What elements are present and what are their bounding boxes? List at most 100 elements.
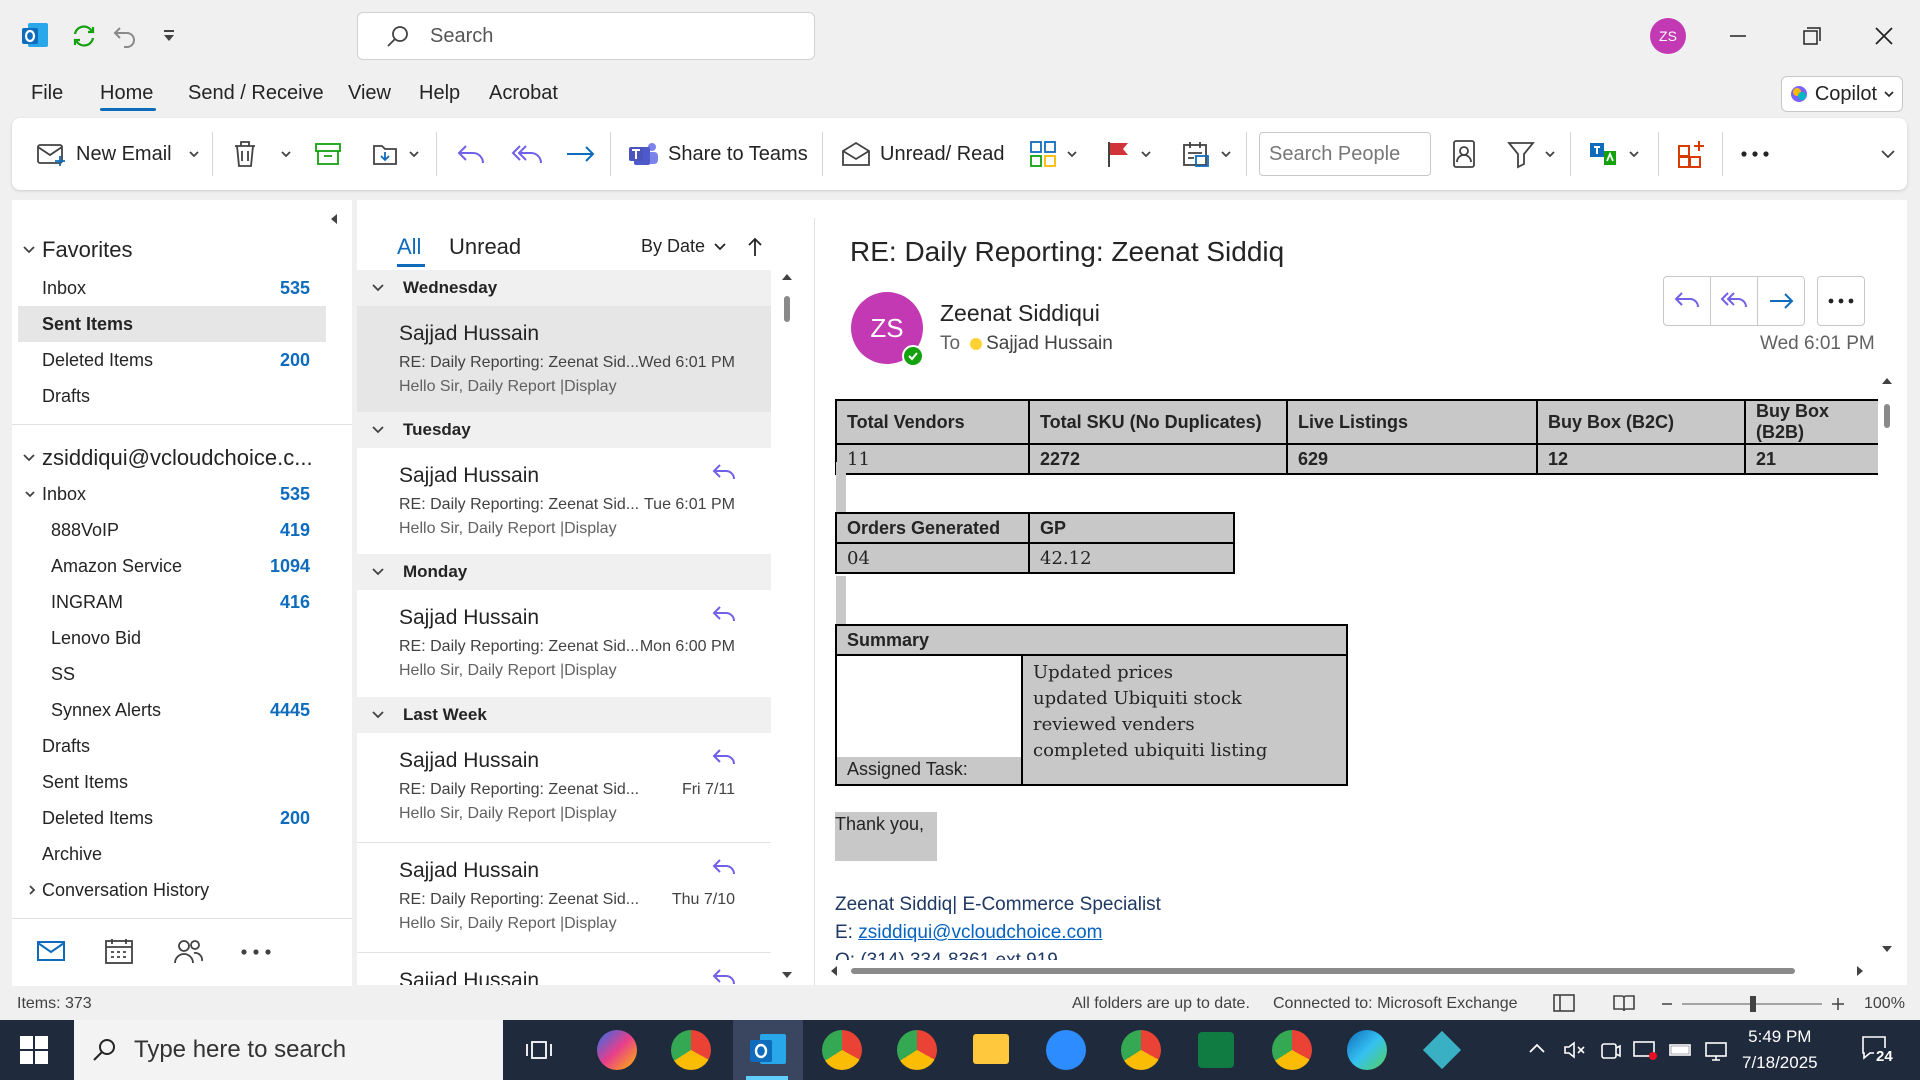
apps-button[interactable] [1676, 118, 1708, 190]
restore-icon[interactable] [1800, 24, 1824, 48]
chrome-icon[interactable] [671, 1030, 711, 1070]
unread-read-button[interactable]: Unread/ Read [840, 118, 1005, 190]
people-icon[interactable] [172, 937, 204, 965]
reply-all-button[interactable] [510, 118, 544, 190]
chevron-down-icon[interactable] [1140, 148, 1152, 160]
folder-deleted-items[interactable]: Deleted Items 200 [12, 800, 352, 836]
taskbar-clock[interactable]: 5:49 PM 7/18/2025 [1742, 1024, 1818, 1076]
folder-888voip[interactable]: 888VoIP 419 [12, 512, 352, 548]
menu-send-receive[interactable]: Send / Receive [188, 82, 324, 105]
excel-icon[interactable] [1198, 1032, 1234, 1068]
chevron-down-icon[interactable] [188, 148, 200, 160]
sender-name[interactable]: Zeenat Siddiqui [940, 300, 1100, 327]
reading-vertical-scrollbar[interactable] [1880, 374, 1894, 956]
folder-ss[interactable]: SS [12, 656, 352, 692]
new-email-button[interactable]: New Email [36, 118, 200, 190]
tab-unread[interactable]: Unread [449, 234, 521, 260]
close-icon[interactable] [1872, 24, 1896, 48]
chevron-down-icon[interactable] [1544, 148, 1556, 160]
folder-conversation-history[interactable]: Conversation History [12, 872, 352, 908]
folder-synnex-alerts[interactable]: Synnex Alerts 4445 [12, 692, 352, 728]
task-view-icon[interactable] [524, 1036, 554, 1064]
sort-dropdown[interactable]: By Date [641, 236, 727, 257]
chevron-down-icon[interactable] [1628, 148, 1640, 160]
outlook-taskbar-icon[interactable] [748, 1032, 788, 1068]
recipient-name[interactable]: Sajjad Hussain [986, 333, 1113, 355]
folder-amazon-service[interactable]: Amazon Service 1094 [12, 548, 352, 584]
sync-icon[interactable] [70, 22, 98, 50]
copilot-app-icon[interactable] [597, 1030, 637, 1070]
folder-drafts[interactable]: Drafts [12, 728, 352, 764]
more-actions-button[interactable] [1817, 276, 1865, 326]
account-header[interactable]: zsiddiqui@vcloudchoice.c... [12, 440, 352, 476]
group-header-last-week[interactable]: Last Week [357, 697, 771, 733]
forward-button[interactable] [1757, 276, 1805, 326]
message-list-scrollbar[interactable] [780, 270, 794, 982]
more-apps-icon[interactable] [240, 949, 272, 955]
chrome-icon[interactable] [1121, 1030, 1161, 1070]
chevron-down-icon[interactable] [408, 148, 420, 160]
more-options-button[interactable] [1740, 118, 1770, 190]
undo-icon[interactable] [112, 22, 138, 48]
file-explorer-icon[interactable] [973, 1034, 1009, 1064]
reply-all-button[interactable] [1710, 276, 1758, 326]
folder-inbox[interactable]: Inbox 535 [12, 476, 352, 512]
folder-inbox-fav[interactable]: Inbox 535 [12, 270, 352, 306]
message-item[interactable]: Sajjad Hussain RE: Daily Reporting: Zeen… [357, 733, 771, 841]
menu-home[interactable]: Home [100, 82, 153, 105]
signature-email-link[interactable]: zsiddiqui@vcloudchoice.com [858, 922, 1102, 943]
group-header-wednesday[interactable]: Wednesday [357, 270, 771, 306]
message-item[interactable]: Sajjad Hussain [357, 953, 771, 985]
battery-icon[interactable] [1668, 1040, 1694, 1060]
message-item[interactable]: Sajjad Hussain RE: Daily Reporting: Zeen… [357, 843, 771, 951]
sort-direction-icon[interactable] [747, 236, 763, 258]
folder-drafts-fav[interactable]: Drafts [12, 378, 352, 414]
reply-button[interactable] [456, 118, 488, 190]
user-avatar[interactable]: ZS [1650, 18, 1686, 54]
normal-view-icon[interactable] [1552, 992, 1576, 1014]
filter-email-button[interactable] [1506, 118, 1556, 190]
address-book-button[interactable] [1450, 118, 1478, 190]
chevron-down-icon[interactable] [280, 148, 292, 160]
search-people-input[interactable]: Search People [1259, 132, 1431, 176]
meet-now-icon[interactable] [1598, 1038, 1622, 1062]
folder-sent-items-fav[interactable]: Sent Items [18, 306, 326, 342]
translate-button[interactable] [1588, 118, 1640, 190]
quick-access-dropdown-icon[interactable] [162, 28, 176, 42]
folder-lenovo-bid[interactable]: Lenovo Bid [12, 620, 352, 656]
zoom-slider[interactable] [1660, 994, 1850, 1014]
menu-help[interactable]: Help [419, 82, 460, 105]
share-to-teams-button[interactable]: Share to Teams [628, 118, 808, 190]
chevron-down-icon[interactable] [1066, 148, 1078, 160]
forward-button[interactable] [564, 118, 598, 190]
rules-button[interactable] [1180, 118, 1232, 190]
chrome-profile-icon[interactable] [822, 1030, 862, 1070]
delete-button[interactable] [232, 118, 292, 190]
network-icon[interactable] [1704, 1040, 1730, 1062]
reading-horizontal-scrollbar[interactable] [827, 964, 1867, 978]
tab-all[interactable]: All [397, 234, 421, 260]
folder-archive[interactable]: Archive [12, 836, 352, 872]
group-header-monday[interactable]: Monday [357, 554, 771, 590]
zoom-icon[interactable] [1046, 1030, 1086, 1070]
menu-file[interactable]: File [31, 82, 63, 105]
calendar-icon[interactable] [104, 937, 134, 965]
message-item[interactable]: Sajjad Hussain RE: Daily Reporting: Zeen… [357, 448, 771, 556]
favorites-header[interactable]: Favorites [12, 232, 352, 268]
chevron-up-icon[interactable] [1528, 1040, 1546, 1058]
chevron-down-icon[interactable] [1220, 148, 1232, 160]
folder-ingram[interactable]: INGRAM 416 [12, 584, 352, 620]
flag-button[interactable] [1104, 118, 1152, 190]
group-header-tuesday[interactable]: Tuesday [357, 412, 771, 448]
message-item[interactable]: Sajjad Hussain RE: Daily Reporting: Zeen… [357, 590, 771, 698]
mail-icon[interactable] [36, 939, 66, 963]
menu-acrobat[interactable]: Acrobat [489, 82, 558, 105]
categorize-button[interactable] [1028, 118, 1078, 190]
chrome-profile-icon[interactable] [897, 1030, 937, 1070]
chrome-profile-icon[interactable] [1272, 1030, 1312, 1070]
copilot-button[interactable]: Copilot [1781, 76, 1903, 112]
folder-deleted-items-fav[interactable]: Deleted Items 200 [12, 342, 352, 378]
taskbar-search-input[interactable]: Type here to search [74, 1020, 503, 1080]
message-item[interactable]: Sajjad Hussain RE: Daily Reporting: Zeen… [357, 306, 771, 414]
screen-share-icon[interactable] [1632, 1038, 1658, 1062]
